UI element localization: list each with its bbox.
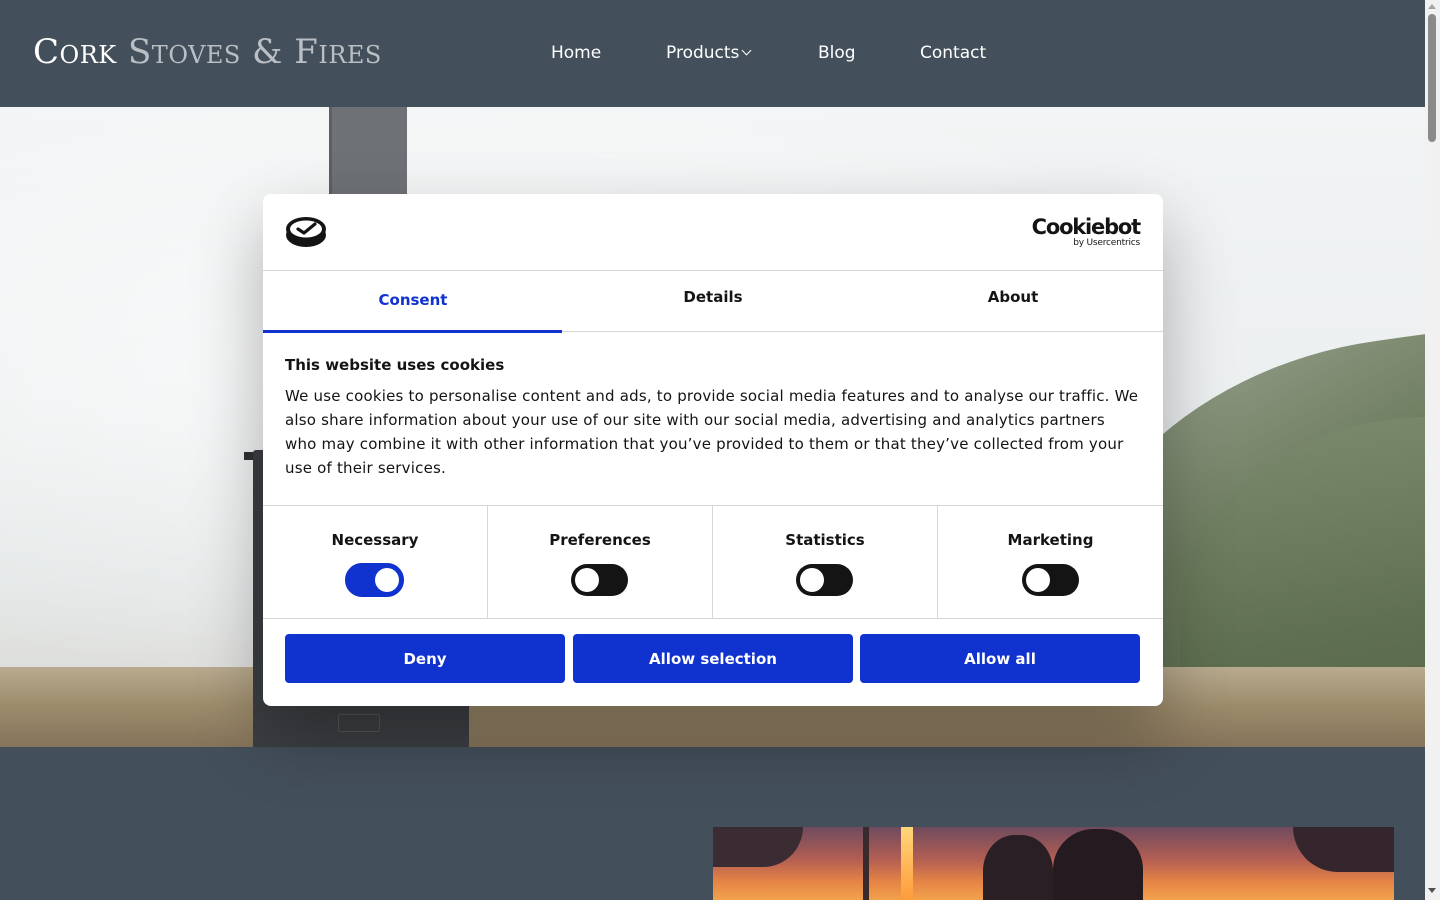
nav-home[interactable]: Home: [551, 40, 601, 66]
category-marketing: Marketing: [938, 506, 1163, 619]
statistics-toggle[interactable]: [796, 564, 853, 596]
dialog-title: This website uses cookies: [285, 356, 505, 374]
tab-about-label: About: [987, 288, 1039, 306]
category-statistics: Statistics: [713, 506, 938, 619]
main-nav: Home Products Blog Contact: [0, 40, 1425, 66]
cookiebot-byline: by Usercentrics: [1073, 238, 1140, 248]
active-tab-indicator: [263, 330, 562, 333]
necessary-toggle[interactable]: [345, 563, 404, 597]
allow-all-button[interactable]: Allow all: [860, 634, 1140, 683]
stove-flue-pipe: [329, 107, 407, 197]
scroll-thumb[interactable]: [1428, 14, 1436, 142]
dialog-header: Cookiebot by Usercentrics: [263, 194, 1163, 271]
page-scrollbar[interactable]: [1425, 0, 1440, 900]
tab-details-label: Details: [683, 288, 743, 306]
tab-about[interactable]: About: [863, 271, 1163, 331]
category-preferences: Preferences: [488, 506, 713, 619]
deny-button[interactable]: Deny: [285, 634, 565, 683]
preferences-label: Preferences: [549, 531, 651, 549]
dialog-body: This website uses cookies We use cookies…: [285, 352, 1141, 480]
necessary-label: Necessary: [331, 531, 419, 549]
nav-blog[interactable]: Blog: [818, 40, 856, 66]
marketing-label: Marketing: [1007, 531, 1094, 549]
sunset-gathering-image: [713, 827, 1394, 900]
tab-consent[interactable]: Consent: [263, 271, 563, 333]
cookie-consent-dialog: Cookiebot by Usercentrics Consent Detail…: [263, 194, 1163, 706]
cookiebot-wordmark: Cookiebot: [1031, 215, 1142, 239]
category-necessary: Necessary: [263, 506, 488, 619]
cookiebot-logo[interactable]: Cookiebot by Usercentrics: [1031, 215, 1142, 248]
tab-consent-label: Consent: [378, 291, 448, 309]
nav-products[interactable]: Products: [666, 40, 752, 66]
cookie-category-switches: Necessary Preferences Statistics Marketi…: [263, 505, 1163, 619]
statistics-label: Statistics: [785, 531, 865, 549]
tab-details[interactable]: Details: [563, 271, 863, 331]
dialog-description: We use cookies to personalise content an…: [285, 387, 1139, 477]
preferences-toggle[interactable]: [571, 564, 628, 596]
nav-contact[interactable]: Contact: [920, 40, 986, 66]
dialog-tabs: Consent Details About: [263, 271, 1163, 333]
scroll-up-arrow-icon[interactable]: [1428, 4, 1436, 9]
chevron-down-icon: [741, 45, 752, 56]
scroll-down-arrow-icon[interactable]: [1428, 888, 1436, 893]
nav-products-label: Products: [666, 43, 740, 63]
cookie-shield-icon: [286, 217, 326, 247]
site-header: Cork Stoves & Fires Home Products Blog C…: [0, 0, 1425, 107]
allow-selection-button[interactable]: Allow selection: [573, 634, 853, 683]
marketing-toggle[interactable]: [1022, 564, 1079, 596]
